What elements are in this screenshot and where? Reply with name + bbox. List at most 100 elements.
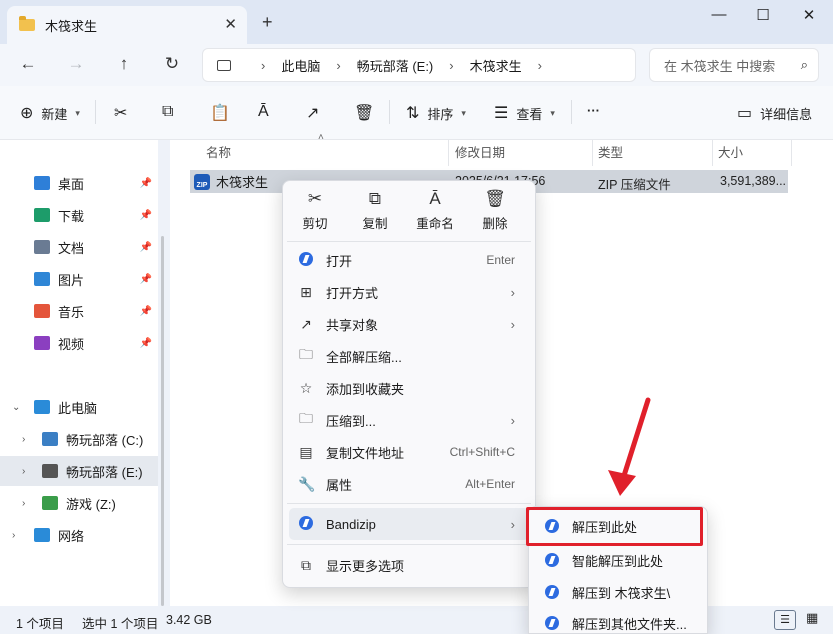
sidebar-item-drive-c[interactable]: › 畅玩部落 (C:) bbox=[0, 424, 158, 454]
ctx-delete-button[interactable]: 🗑 删除 bbox=[467, 189, 523, 232]
sidebar-item-pictures[interactable]: 图片 📌 bbox=[0, 264, 158, 294]
sidebar-item-downloads[interactable]: 下载 📌 bbox=[0, 200, 158, 230]
menu-item-add-favorites[interactable]: ☆ 添加到收藏夹 bbox=[289, 372, 529, 404]
pin-icon: 📌 bbox=[139, 241, 152, 253]
search-placeholder: 在 木筏求生 中搜索 bbox=[664, 58, 776, 74]
search-input[interactable]: 在 木筏求生 中搜索 ⌕ bbox=[649, 48, 819, 82]
compress-icon: 🗀 bbox=[299, 410, 313, 426]
breadcrumb-separator: › bbox=[336, 57, 341, 73]
view-button[interactable]: ☰ 查看 ▾ bbox=[494, 103, 555, 123]
breadcrumb-drive-e[interactable]: 畅玩部落 (E:) bbox=[357, 56, 434, 75]
sidebar-scrollbar[interactable] bbox=[161, 236, 164, 606]
menu-item-open[interactable]: 打开 Enter bbox=[289, 244, 529, 276]
submenu-item-extract-other[interactable]: 解压到其他文件夹... bbox=[535, 607, 703, 634]
column-date[interactable]: 修改日期 bbox=[455, 142, 505, 164]
minimize-button[interactable]: — bbox=[704, 6, 734, 23]
clipboard-icon: 📋 bbox=[210, 105, 230, 122]
rename-icon: Ā bbox=[258, 103, 269, 120]
sidebar-item-drive-z[interactable]: › 游戏 (Z:) bbox=[0, 488, 158, 518]
menu-item-more-options[interactable]: ⧉ 显示更多选项 bbox=[289, 549, 529, 581]
sidebar-item-desktop[interactable]: 桌面 📌 bbox=[0, 168, 158, 198]
ctx-copy-button[interactable]: ⧉ 复制 bbox=[347, 189, 403, 232]
submenu-item-smart-extract[interactable]: 智能解压到此处 bbox=[535, 544, 703, 576]
details-view-icon[interactable]: ☰ bbox=[774, 610, 796, 630]
maximize-button[interactable]: ☐ bbox=[748, 6, 778, 24]
sidebar-item-videos[interactable]: 视频 📌 bbox=[0, 328, 158, 358]
menu-item-properties[interactable]: 🔧 属性 Alt+Enter bbox=[289, 468, 529, 500]
cut-button[interactable]: ✂ bbox=[114, 103, 135, 123]
toolbar-divider bbox=[389, 100, 390, 124]
up-button[interactable]: ↑ bbox=[112, 54, 136, 74]
rename-button[interactable]: Ā bbox=[258, 103, 277, 121]
documents-icon bbox=[34, 240, 50, 254]
more-options-button[interactable]: ··· bbox=[587, 103, 600, 118]
delete-button[interactable]: 🗑 bbox=[354, 103, 382, 123]
ctx-cut-button[interactable]: ✂ 剪切 bbox=[287, 189, 343, 232]
menu-item-extract-all[interactable]: 🗀 全部解压缩... bbox=[289, 340, 529, 372]
pin-icon: 📌 bbox=[139, 273, 152, 285]
ctx-delete-label: 删除 bbox=[482, 217, 508, 231]
new-button[interactable]: ⊕ 新建 ▾ bbox=[20, 103, 80, 123]
new-tab-button[interactable]: + bbox=[262, 12, 273, 33]
tab-close-icon[interactable]: ✕ bbox=[224, 15, 237, 33]
copy-icon: ⧉ bbox=[368, 189, 382, 208]
drive-e-icon bbox=[42, 464, 58, 478]
share-button[interactable]: ↗ bbox=[306, 103, 327, 123]
menu-item-open-with[interactable]: ⊞ 打开方式 › bbox=[289, 276, 529, 308]
sidebar-item-label: 网络 bbox=[58, 528, 85, 544]
sidebar-item-label: 图片 bbox=[58, 272, 85, 288]
pin-icon: 📌 bbox=[139, 337, 152, 349]
sidebar-item-drive-e[interactable]: › 畅玩部落 (E:) bbox=[0, 456, 158, 486]
navigation-bar: ← → ↑ ↻ › 此电脑 › 畅玩部落 (E:) › 木筏求生 › 在 木筏求… bbox=[0, 44, 833, 86]
search-icon: ⌕ bbox=[800, 57, 808, 72]
paste-button[interactable]: 📋 bbox=[210, 103, 238, 123]
menu-item-share[interactable]: ↗ 共享对象 › bbox=[289, 308, 529, 340]
menu-item-label: 复制文件地址 bbox=[326, 445, 405, 461]
address-bar[interactable]: › 此电脑 › 畅玩部落 (E:) › 木筏求生 › bbox=[202, 48, 636, 82]
close-window-button[interactable]: ✕ bbox=[794, 6, 824, 24]
sidebar-item-label: 音乐 bbox=[58, 304, 85, 320]
sidebar-item-music[interactable]: 音乐 📌 bbox=[0, 296, 158, 326]
sidebar-item-documents[interactable]: 文档 📌 bbox=[0, 232, 158, 262]
file-type: ZIP 压缩文件 bbox=[598, 178, 671, 192]
back-button[interactable]: ← bbox=[16, 54, 40, 74]
sort-button[interactable]: ⇅ 排序 ▾ bbox=[406, 103, 466, 123]
details-pane-button[interactable]: ▭ 详细信息 bbox=[737, 103, 812, 123]
submenu-item-extract-to-folder[interactable]: 解压到 木筏求生\ bbox=[535, 576, 703, 608]
this-pc-icon bbox=[34, 400, 50, 414]
sidebar-item-label: 畅玩部落 (E:) bbox=[66, 464, 143, 480]
toolbar-divider bbox=[95, 100, 96, 124]
forward-button[interactable]: → bbox=[64, 54, 88, 74]
sidebar-item-this-pc[interactable]: ⌄ 此电脑 bbox=[0, 392, 158, 422]
star-icon: ☆ bbox=[299, 379, 313, 396]
column-divider bbox=[448, 140, 449, 166]
drive-z-icon bbox=[42, 496, 58, 510]
column-size[interactable]: 大小 bbox=[718, 142, 743, 164]
menu-item-compress-to[interactable]: 🗀 压缩到... › bbox=[289, 404, 529, 436]
chevron-right-icon[interactable]: › bbox=[22, 498, 25, 509]
column-name[interactable]: 名称 bbox=[206, 142, 231, 164]
plus-circle-icon: ⊕ bbox=[20, 105, 34, 122]
chevron-down-icon: ▾ bbox=[461, 107, 466, 118]
submenu-item-label: 解压到 木筏求生\ bbox=[572, 585, 671, 601]
chevron-right-icon[interactable]: › bbox=[22, 466, 25, 477]
column-type[interactable]: 类型 bbox=[598, 142, 623, 164]
chevron-down-icon[interactable]: ⌄ bbox=[12, 402, 20, 413]
ctx-rename-button[interactable]: Ā 重命名 bbox=[407, 189, 463, 232]
pin-icon: 📌 bbox=[139, 209, 152, 221]
tiles-view-icon[interactable]: ▦ bbox=[806, 610, 818, 626]
copy-button[interactable]: ⧉ bbox=[162, 103, 181, 121]
menu-item-copy-path[interactable]: ▤ 复制文件地址 Ctrl+Shift+C bbox=[289, 436, 529, 468]
tab-active[interactable]: 木筏求生 ✕ bbox=[7, 6, 247, 44]
shortcut-text: Ctrl+Shift+C bbox=[449, 445, 515, 459]
sidebar-item-network[interactable]: › 网络 bbox=[0, 520, 158, 550]
pin-icon: 📌 bbox=[139, 305, 152, 317]
menu-item-bandizip[interactable]: Bandizip › bbox=[289, 508, 529, 540]
menu-item-label: 打开方式 bbox=[326, 285, 379, 301]
chevron-right-icon[interactable]: › bbox=[12, 530, 15, 541]
chevron-right-icon[interactable]: › bbox=[22, 434, 25, 445]
copy-path-icon: ▤ bbox=[299, 443, 313, 460]
breadcrumb-this-pc[interactable]: 此电脑 bbox=[281, 56, 320, 75]
refresh-button[interactable]: ↻ bbox=[160, 54, 184, 74]
breadcrumb-folder[interactable]: 木筏求生 bbox=[470, 56, 522, 75]
